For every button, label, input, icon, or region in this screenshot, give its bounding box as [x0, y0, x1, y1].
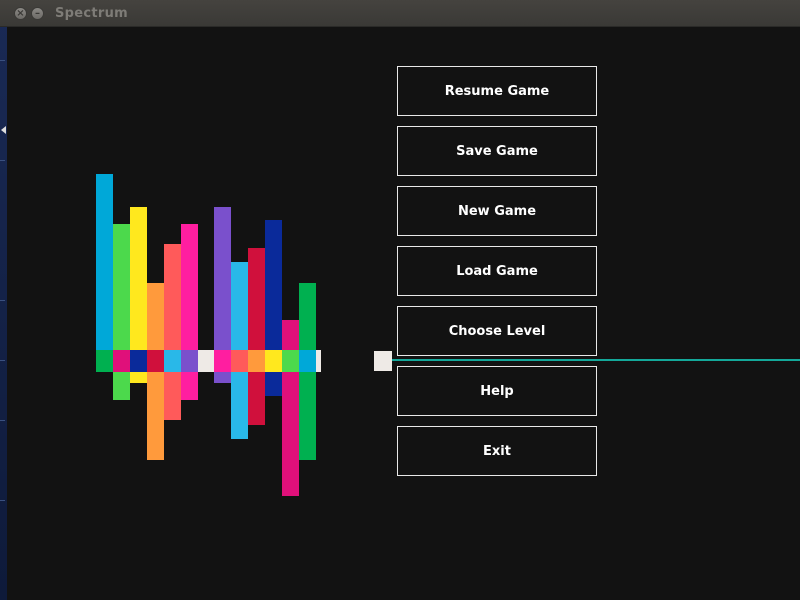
spectrum-bar: [214, 207, 231, 350]
spectrum-bar: [231, 262, 248, 350]
spectrum-bar: [265, 220, 282, 350]
save-game-button[interactable]: Save Game: [397, 126, 597, 176]
spectrum-cell: [130, 350, 147, 372]
spectrum-bar: [265, 372, 282, 396]
spectrum-cell: [181, 350, 198, 372]
spectrum-bar: [299, 283, 316, 350]
spectrum-bar: [214, 372, 231, 383]
spectrum-cell: [265, 350, 282, 372]
spectrum-cell: [113, 350, 130, 372]
help-button[interactable]: Help: [397, 366, 597, 416]
spectrum-bar: [147, 372, 164, 460]
spectrum-cell: [147, 350, 164, 372]
spectrum-bar: [181, 372, 198, 400]
light-beam: [392, 359, 800, 361]
spectrum-cell: [164, 350, 181, 372]
edge-arrow-icon[interactable]: [1, 126, 6, 134]
spectrum-bar: [164, 372, 181, 420]
spectrum-bar: [130, 372, 147, 383]
spectrum-cell: [214, 350, 231, 372]
spectrum-cell: [198, 350, 214, 372]
spectrum-cell: [231, 350, 248, 372]
close-icon[interactable]: ×: [14, 7, 27, 20]
spectrum-cell: [96, 350, 113, 372]
spectrum-bar: [231, 372, 248, 439]
exit-button[interactable]: Exit: [397, 426, 597, 476]
spectrum-bar: [282, 320, 299, 350]
spectrum-bar: [113, 224, 130, 350]
choose-level-button[interactable]: Choose Level: [397, 306, 597, 356]
load-game-button[interactable]: Load Game: [397, 246, 597, 296]
new-game-button[interactable]: New Game: [397, 186, 597, 236]
spectrum-bar: [130, 207, 147, 350]
spectrum-cell: [299, 350, 316, 372]
spectrum-cell: [248, 350, 265, 372]
spectrum-bar: [147, 283, 164, 350]
minimize-icon[interactable]: –: [31, 7, 44, 20]
player-block: [374, 351, 392, 371]
spectrum-cell: [282, 350, 299, 372]
spectrum-bar: [282, 372, 299, 496]
window-titlebar: × – Spectrum: [0, 0, 800, 27]
spectrum-bar: [96, 174, 113, 350]
spectrum-bar: [248, 248, 265, 350]
desktop-edge: [0, 0, 7, 600]
spectrum-bar: [248, 372, 265, 425]
resume-game-button[interactable]: Resume Game: [397, 66, 597, 116]
spectrum-bar: [164, 244, 181, 350]
spectrum-bar: [181, 224, 198, 350]
spectrum-cell: [316, 350, 321, 372]
spectrum-bar: [113, 372, 130, 400]
window-title: Spectrum: [55, 6, 129, 21]
spectrum-bar: [299, 372, 316, 460]
